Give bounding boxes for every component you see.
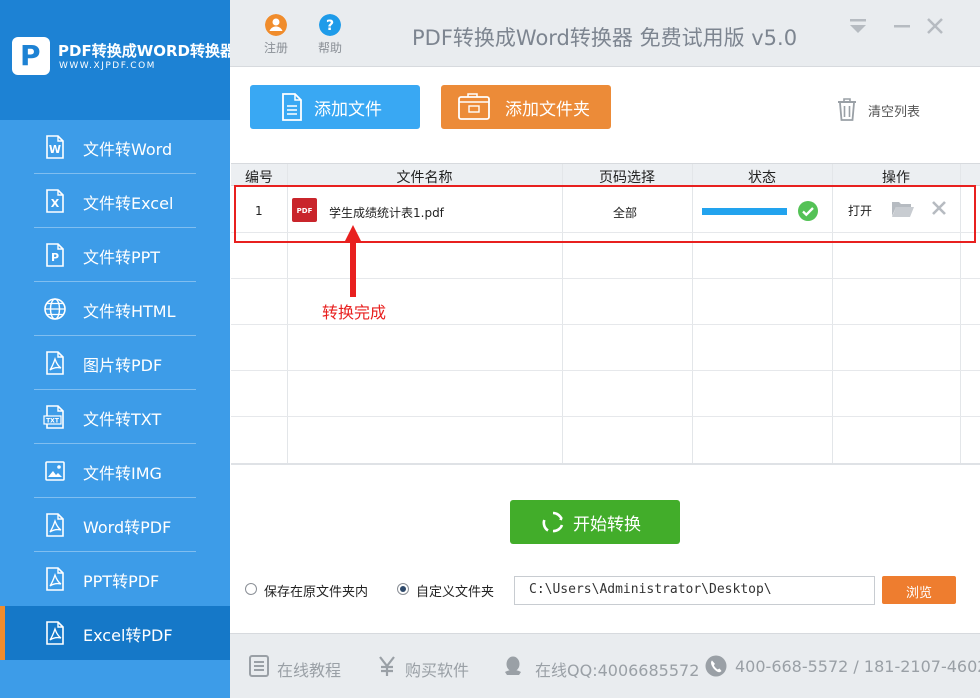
- app-logo-icon: P: [12, 37, 50, 75]
- help-button[interactable]: ? 帮助: [312, 14, 348, 56]
- globe-icon: [44, 298, 66, 320]
- add-file-label: 添加文件: [314, 100, 382, 120]
- row-divider: [231, 416, 980, 417]
- sidebar-item-label: 文件转IMG: [83, 464, 162, 483]
- column-header-actions: 操作: [882, 170, 910, 186]
- sidebar-item-excel-to-pdf[interactable]: Excel转PDF: [0, 606, 230, 660]
- image-file-icon: [45, 461, 65, 481]
- active-indicator: [0, 606, 5, 660]
- column-header-pages: 页码选择: [599, 170, 655, 186]
- online-qq-link[interactable]: 在线QQ:4006685572: [535, 657, 699, 681]
- save-custom-radio[interactable]: [397, 583, 409, 595]
- row-divider: [231, 370, 980, 371]
- user-icon: [265, 14, 287, 36]
- column-header-status: 状态: [748, 170, 776, 186]
- sidebar-item-label: 文件转PPT: [83, 248, 161, 267]
- word-file-icon: W: [46, 135, 64, 159]
- txt-file-icon: TXT: [43, 405, 64, 429]
- trash-icon: [838, 98, 856, 121]
- sidebar-item-file-to-html[interactable]: 文件转HTML: [0, 282, 230, 336]
- add-folder-button[interactable]: 添加文件夹: [441, 85, 611, 129]
- conversion-complete-annotation: 转换完成: [322, 303, 387, 322]
- sidebar-item-image-to-pdf[interactable]: 图片转PDF: [0, 336, 230, 390]
- footer-bar: 在线教程 购买软件 在线QQ:4006685572 400-668-5572 /…: [230, 633, 980, 698]
- logo-area: P PDF转换成WORD转换器 WWW.XJPDF.COM: [0, 0, 235, 120]
- browse-button[interactable]: 浏览: [882, 576, 956, 604]
- pdf-file-icon: [46, 513, 64, 537]
- sidebar-item-label: PPT转PDF: [83, 572, 160, 591]
- buy-software-link[interactable]: 购买软件: [405, 657, 469, 681]
- svg-text:X: X: [51, 197, 60, 210]
- add-file-button[interactable]: 添加文件: [250, 85, 420, 129]
- online-tutorial-link[interactable]: 在线教程: [277, 657, 341, 681]
- phone-icon: [705, 655, 727, 677]
- row-divider: [231, 324, 980, 325]
- save-original-label[interactable]: 保存在原文件夹内: [264, 581, 368, 600]
- column-header-filename: 文件名称: [396, 170, 453, 186]
- ppt-file-icon: P: [46, 243, 64, 267]
- sidebar-item-ppt-to-pdf[interactable]: PPT转PDF: [0, 552, 230, 606]
- sidebar-item-word-to-pdf[interactable]: Word转PDF: [0, 498, 230, 552]
- sidebar-item-file-to-word[interactable]: W 文件转Word: [0, 120, 230, 174]
- pdf-file-icon: [46, 621, 64, 645]
- logo-glyph: P: [20, 39, 41, 72]
- table-header: 编号 文件名称 页码选择 状态 操作: [231, 164, 980, 186]
- svg-text:W: W: [49, 143, 61, 156]
- help-icon: ?: [319, 14, 341, 36]
- yuan-icon: [379, 656, 395, 676]
- sidebar: P PDF转换成WORD转换器 WWW.XJPDF.COM W 文件转Word …: [0, 0, 235, 698]
- start-conversion-label: 开始转换: [573, 515, 641, 535]
- excel-file-icon: X: [46, 189, 64, 213]
- refresh-icon: [542, 511, 564, 533]
- sidebar-item-label: 文件转TXT: [83, 410, 162, 429]
- svg-text:P: P: [51, 251, 59, 264]
- pdf-file-icon: [46, 351, 64, 375]
- sidebar-item-file-to-img[interactable]: 文件转IMG: [0, 444, 230, 498]
- hotline-text: 400-668-5572 / 181-2107-4602: [735, 657, 980, 676]
- document-icon: [282, 93, 302, 121]
- add-folder-label: 添加文件夹: [505, 100, 590, 120]
- output-path-input[interactable]: C:\Users\Administrator\Desktop\: [514, 576, 875, 605]
- save-original-radio[interactable]: [245, 583, 257, 595]
- close-window-icon[interactable]: [923, 14, 947, 38]
- svg-text:TXT: TXT: [46, 418, 60, 425]
- sidebar-item-label: 文件转HTML: [83, 302, 176, 321]
- sidebar-item-file-to-excel[interactable]: X 文件转Excel: [0, 174, 230, 228]
- qq-icon: [505, 656, 521, 675]
- sidebar-item-label: 文件转Word: [83, 140, 173, 159]
- register-label: 注册: [263, 41, 288, 55]
- app-title: PDF转换成Word转换器 免费试用版 v5.0: [412, 26, 798, 50]
- save-custom-label[interactable]: 自定义文件夹: [416, 581, 494, 600]
- menu-dropdown-icon[interactable]: [846, 14, 870, 38]
- logo-title: PDF转换成WORD转换器: [58, 42, 235, 60]
- up-arrow-annotation: [344, 225, 362, 297]
- folder-icon: [458, 93, 490, 120]
- sidebar-item-file-to-ppt[interactable]: P 文件转PPT: [0, 228, 230, 282]
- help-label: 帮助: [317, 41, 342, 55]
- minimize-icon[interactable]: [890, 14, 914, 38]
- clear-list-label: 清空列表: [868, 105, 921, 120]
- help-glyph: ?: [326, 18, 334, 34]
- column-header-index: 编号: [245, 170, 273, 186]
- pdf-file-icon: [46, 567, 64, 591]
- tutorial-icon: [249, 655, 269, 677]
- title-bar: 注册 ? 帮助 PDF转换成Word转换器 免费试用版 v5.0: [230, 0, 980, 67]
- register-button[interactable]: 注册: [258, 14, 294, 56]
- start-conversion-button[interactable]: 开始转换: [510, 500, 680, 544]
- sidebar-item-label: 文件转Excel: [83, 194, 174, 213]
- sidebar-item-label: 图片转PDF: [83, 356, 163, 375]
- sidebar-item-label: Excel转PDF: [83, 626, 173, 645]
- sidebar-item-label: Word转PDF: [83, 518, 172, 537]
- sidebar-item-file-to-txt[interactable]: TXT 文件转TXT: [0, 390, 230, 444]
- logo-subtitle: WWW.XJPDF.COM: [59, 61, 156, 71]
